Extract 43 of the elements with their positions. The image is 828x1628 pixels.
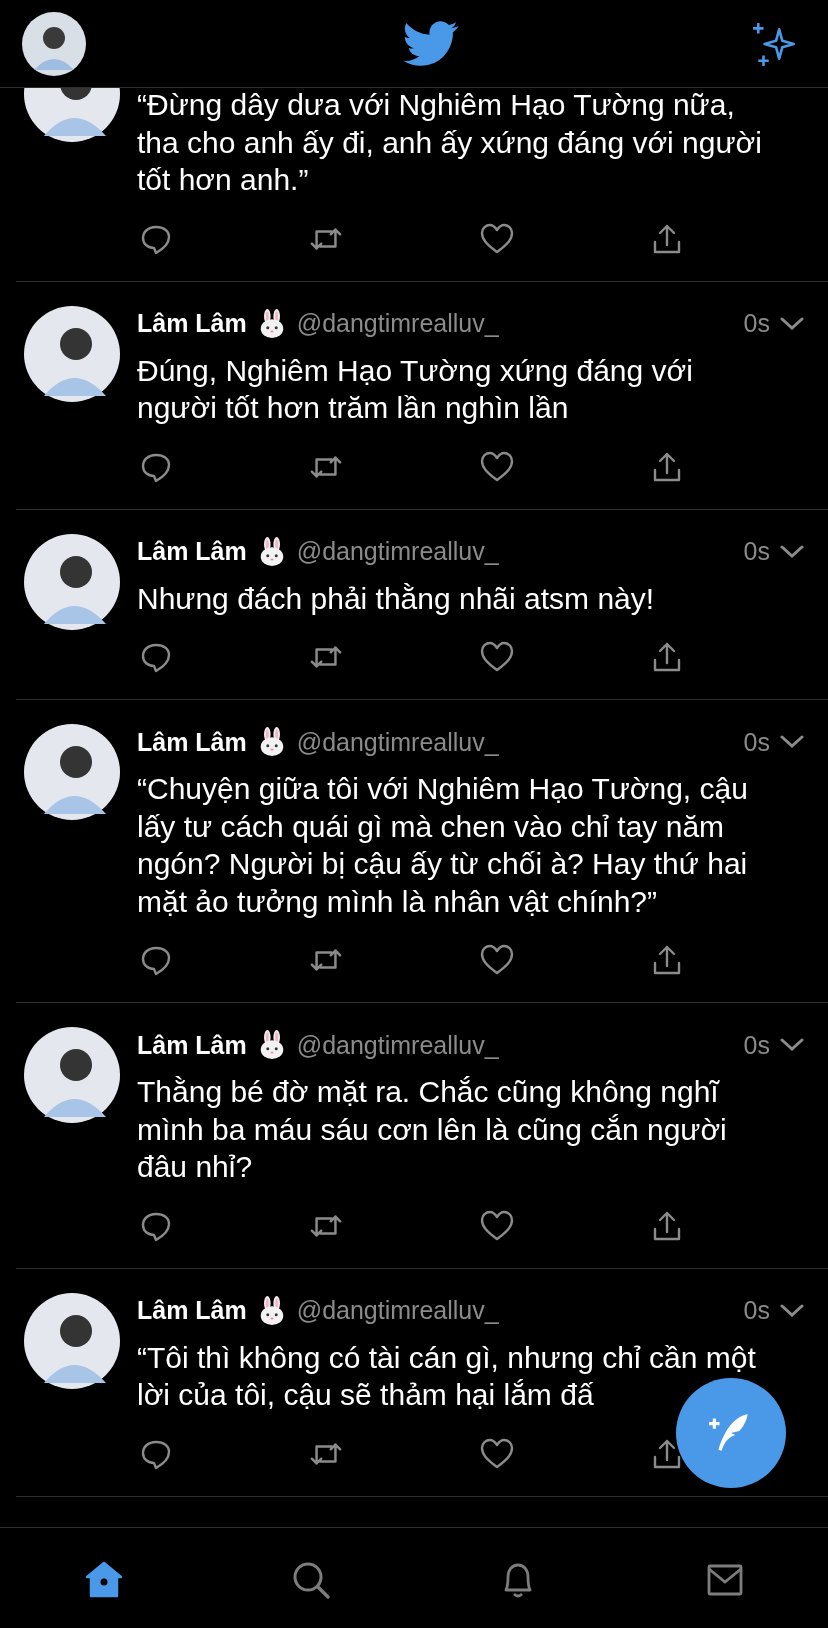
heart-icon[interactable] (479, 1437, 514, 1470)
heart-icon[interactable] (479, 1209, 514, 1242)
tweet-text: “Tôi thì không có tài cán gì, nhưng chỉ cần một lời của tôi, cậu sẽ thảm hại lắm đấ (137, 1339, 757, 1413)
chevron-down-icon[interactable] (780, 1038, 804, 1052)
heart-icon[interactable] (479, 641, 514, 673)
avatar[interactable] (24, 1027, 120, 1123)
heart-icon[interactable] (479, 450, 514, 483)
tweet-text: Nhưng đách phải thằng nhãi atsm này! (137, 580, 656, 617)
bird-logo-icon (403, 20, 459, 67)
tweet-text: “Đừng dây dưa với Nghiêm Hạo Tường nữa, tha cho anh ấy đi, anh ấy xứng đáng với người tốt hơn anh.” (137, 88, 763, 198)
user-handle[interactable]: @dangtimrealluv_ (296, 1030, 734, 1060)
chevron-down-icon[interactable] (780, 735, 804, 749)
user-name[interactable]: Lâm Lâm (137, 537, 247, 566)
user-name[interactable]: Lâm Lâm (137, 309, 247, 338)
user-handle[interactable]: @dangtimrealluv_ (296, 309, 734, 338)
avatar[interactable] (24, 1292, 120, 1389)
timestamp: 0s (743, 537, 770, 566)
heart-icon[interactable] (479, 222, 514, 255)
user-handle[interactable]: @dangtimrealluv_ (296, 1296, 734, 1325)
heart-icon[interactable] (479, 944, 514, 976)
user-handle[interactable]: @dangtimrealluv_ (296, 537, 734, 566)
tweet-text: Đúng, Nghiêm Hạo Tường xứng đáng với người tốt hơn trăm lần nghìn lần (137, 352, 694, 426)
reply-icon[interactable] (139, 641, 173, 673)
profile-avatar[interactable] (22, 11, 86, 76)
tweet-text: Thằng bé đờ mặt ra. Chắc cũng không nghĩ mình ba máu sáu cơn lên là cũng cắn người đâu nhỉ? (137, 1074, 728, 1185)
timestamp: 0s (743, 1030, 770, 1060)
chevron-down-icon[interactable] (780, 316, 804, 331)
timestamp: 0s (743, 1296, 770, 1325)
avatar[interactable] (24, 533, 120, 630)
user-name[interactable]: Lâm Lâm (137, 1296, 247, 1325)
reply-icon[interactable] (139, 944, 173, 976)
home-icon (83, 1560, 124, 1600)
chevron-down-icon[interactable] (780, 1303, 804, 1318)
user-name[interactable]: Lâm Lâm (137, 727, 247, 757)
avatar[interactable] (24, 305, 120, 402)
tweet-text: “Chuyện giữa tôi với Nghiêm Hạo Tường, cậu lấy tư cách quái gì mà chen vào chỉ tay năm ngón? Người bị cậu ấy từ chối à? Hay thứ hai mặt ảo tưởng mình là nhân vật chính?” (137, 771, 749, 920)
user-handle[interactable]: @dangtimrealluv_ (296, 727, 734, 757)
timestamp: 0s (743, 727, 770, 757)
user-name[interactable]: Lâm Lâm (137, 1030, 247, 1060)
timestamp: 0s (743, 309, 770, 338)
avatar[interactable] (24, 724, 120, 820)
sparkle-icon[interactable] (752, 20, 798, 67)
chevron-down-icon[interactable] (780, 544, 804, 559)
